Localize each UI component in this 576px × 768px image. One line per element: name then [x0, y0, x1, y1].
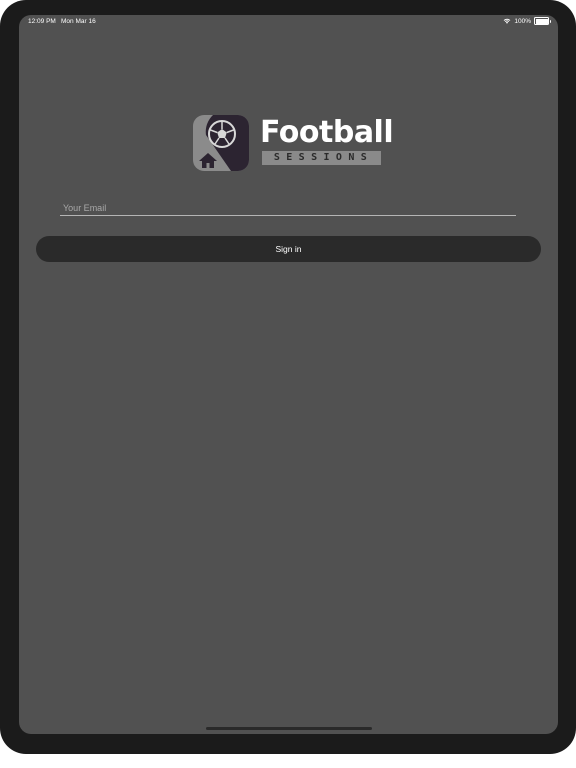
- email-field[interactable]: [60, 200, 516, 216]
- status-indicators: 100%: [503, 17, 551, 25]
- battery-fill: [535, 18, 548, 24]
- wifi-icon: [504, 18, 511, 24]
- status-date: Mon Mar 16: [61, 18, 96, 25]
- logo-subtitle: SESSIONS: [262, 151, 381, 165]
- app-screen: 12:09 PM Mon Mar 16 100% Football SESSIO…: [19, 15, 558, 734]
- status-bar: 12:09 PM Mon Mar 16 100%: [19, 15, 558, 29]
- battery-percent: 100%: [514, 17, 531, 25]
- status-time: 12:09 PM: [28, 18, 56, 25]
- app-logo: Football SESSIONS: [193, 115, 394, 171]
- device-frame: 12:09 PM Mon Mar 16 100% Football SESSIO…: [0, 0, 576, 754]
- sign-in-button[interactable]: Sign in: [36, 236, 541, 262]
- battery-icon: [534, 17, 551, 25]
- home-indicator[interactable]: [206, 727, 372, 730]
- football-home-icon: [193, 115, 249, 171]
- logo-wordmark: Football: [260, 115, 394, 150]
